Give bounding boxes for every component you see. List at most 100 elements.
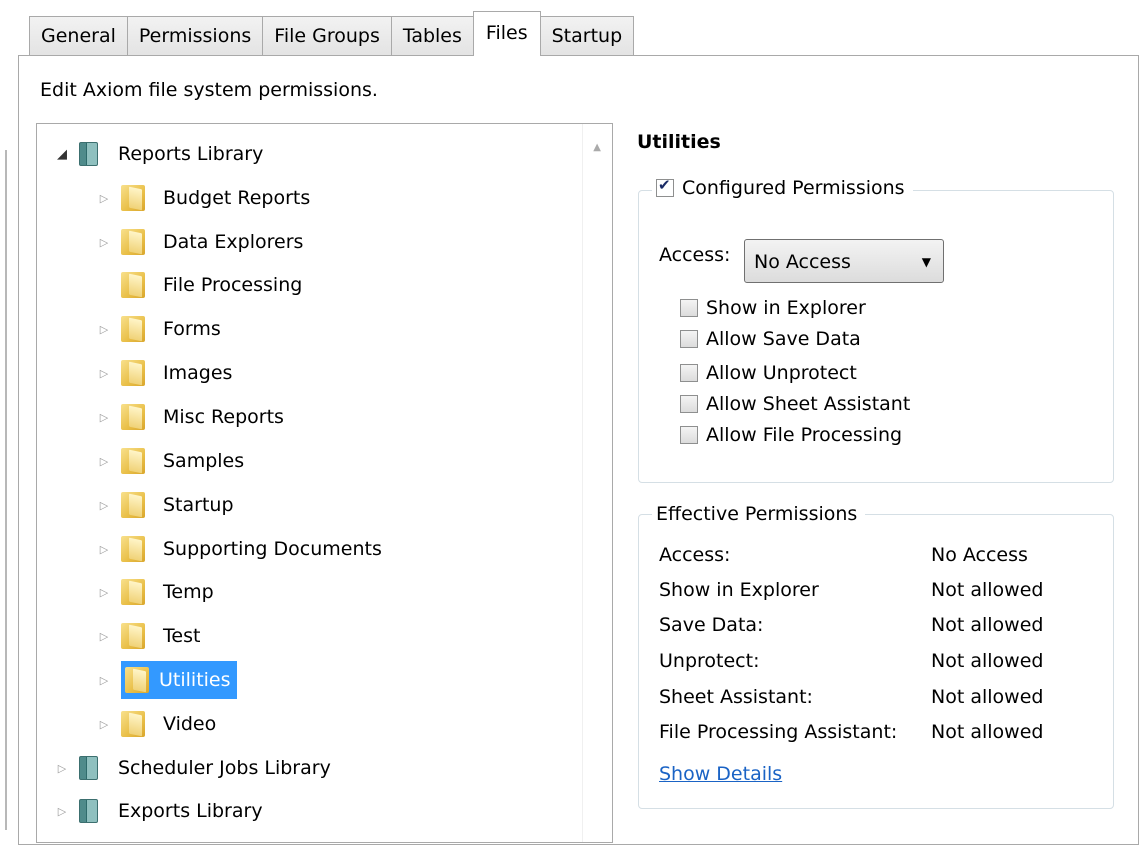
effective-value: Not allowed — [931, 686, 1044, 708]
configured-permissions-toggle[interactable]: Configured Permissions — [652, 176, 913, 199]
option-label: Allow Save Data — [706, 328, 861, 350]
window-edge — [5, 150, 7, 830]
effective-value: Not allowed — [931, 579, 1044, 601]
option-label: Allow Unprotect — [706, 362, 857, 384]
collapsed-triangle-icon[interactable]: ▷ — [53, 805, 71, 818]
folder-icon — [121, 579, 145, 605]
tree-node-folder[interactable]: ▷ Forms — [95, 311, 221, 347]
effective-permissions-label: Effective Permissions — [652, 503, 866, 525]
collapsed-triangle-icon[interactable]: ▷ — [95, 236, 113, 249]
collapsed-triangle-icon[interactable]: ▷ — [95, 499, 113, 512]
tree-node-label: Utilities — [159, 669, 231, 691]
option-show-in-explorer[interactable]: Show in Explorer — [680, 297, 866, 319]
effective-value: No Access — [931, 544, 1028, 566]
expanded-triangle-icon[interactable]: ◢ — [53, 147, 71, 162]
tree-node-folder[interactable]: ▷ Startup — [95, 487, 234, 523]
file-tree[interactable]: ▲ ◢ Reports Library ▷ Budget Reports ▷ D… — [36, 123, 613, 843]
folder-icon — [121, 229, 145, 255]
collapsed-triangle-icon[interactable]: ▷ — [95, 323, 113, 336]
tree-node-folder[interactable]: ▷ Samples — [95, 443, 244, 479]
library-icon — [79, 142, 98, 166]
effective-key: Sheet Assistant: — [659, 686, 813, 708]
tree-node-folder[interactable]: ▷ Video — [95, 706, 216, 742]
folder-icon — [125, 667, 149, 693]
collapsed-triangle-icon[interactable]: ▷ — [53, 762, 71, 775]
collapsed-triangle-icon[interactable]: ▷ — [95, 630, 113, 643]
tree-node-label: Startup — [163, 494, 234, 516]
tree-node-folder[interactable]: ▷ Temp — [95, 574, 214, 610]
tree-node-label: Video — [163, 713, 217, 735]
effective-key: Save Data: — [659, 614, 764, 636]
checkbox[interactable] — [680, 364, 698, 382]
show-details-link[interactable]: Show Details — [659, 763, 782, 785]
tree-node-label: Reports Library — [118, 143, 264, 165]
tab-permissions[interactable]: Permissions — [126, 16, 264, 56]
option-allow-save-data[interactable]: Allow Save Data — [680, 328, 861, 350]
tab-bar: General Permissions File Groups Tables F… — [29, 11, 635, 56]
tree-node-label: Forms — [163, 318, 221, 340]
checkbox[interactable] — [680, 299, 698, 317]
access-dropdown-value: No Access — [754, 251, 851, 273]
library-icon — [79, 756, 98, 780]
collapsed-triangle-icon[interactable]: ▷ — [95, 674, 113, 687]
effective-value: Not allowed — [931, 614, 1044, 636]
tab-general[interactable]: General — [29, 16, 128, 56]
checkbox[interactable] — [680, 426, 698, 444]
folder-icon — [121, 272, 145, 298]
collapsed-triangle-icon[interactable]: ▷ — [95, 192, 113, 205]
configured-permissions-label: Configured Permissions — [682, 177, 905, 199]
folder-icon — [121, 360, 145, 386]
tree-node-label: Test — [163, 625, 201, 647]
tree-node-label: Supporting Documents — [163, 538, 382, 560]
checkbox[interactable] — [680, 395, 698, 413]
effective-key: Show in Explorer — [659, 579, 819, 601]
tree-node-folder[interactable]: ▷ Data Explorers — [95, 224, 303, 260]
collapsed-triangle-icon[interactable]: ▷ — [95, 586, 113, 599]
folder-icon — [121, 448, 145, 474]
collapsed-triangle-icon[interactable]: ▷ — [95, 367, 113, 380]
tree-node-folder-selected[interactable]: ▷ Utilities — [95, 661, 237, 699]
tree-node-label: Images — [163, 362, 233, 384]
option-label: Allow Sheet Assistant — [706, 393, 911, 415]
tab-file-groups[interactable]: File Groups — [262, 16, 392, 56]
tree-node-folder[interactable]: ▷ Test — [95, 618, 200, 654]
tree-node-exports-library[interactable]: ▷ Exports Library — [53, 793, 263, 829]
tree-node-folder[interactable]: ▷ Images — [95, 355, 232, 391]
option-allow-file-processing[interactable]: Allow File Processing — [680, 424, 902, 446]
tree-node-folder[interactable]: ▷ Supporting Documents — [95, 531, 382, 567]
folder-icon — [121, 404, 145, 430]
option-allow-sheet-assistant[interactable]: Allow Sheet Assistant — [680, 393, 910, 415]
collapsed-triangle-icon[interactable]: ▷ — [95, 543, 113, 556]
tree-node-reports-library[interactable]: ◢ Reports Library — [53, 136, 263, 172]
tab-files[interactable]: Files — [472, 11, 541, 56]
option-label: Allow File Processing — [706, 424, 903, 446]
folder-icon — [121, 711, 145, 737]
configured-permissions-checkbox[interactable] — [656, 176, 674, 197]
collapsed-triangle-icon[interactable]: ▷ — [95, 455, 113, 468]
tab-startup[interactable]: Startup — [539, 16, 635, 56]
dropdown-arrow-icon: ▼ — [921, 255, 931, 269]
checkbox[interactable] — [680, 330, 698, 348]
tree-node-label: Budget Reports — [163, 187, 311, 209]
tree-node-scheduler-jobs-library[interactable]: ▷ Scheduler Jobs Library — [53, 750, 331, 786]
collapsed-triangle-icon[interactable]: ▷ — [95, 411, 113, 424]
library-icon — [79, 799, 98, 823]
option-label: Show in Explorer — [706, 297, 866, 319]
access-dropdown[interactable]: No Access ▼ — [744, 239, 944, 283]
tree-node-folder[interactable]: ▷ Budget Reports — [95, 180, 310, 216]
tree-node-label: Scheduler Jobs Library — [118, 757, 331, 779]
collapsed-triangle-icon[interactable]: ▷ — [95, 718, 113, 731]
selection-highlight: Utilities — [121, 661, 237, 699]
tree-node-folder[interactable]: File Processing — [95, 267, 302, 303]
tree-node-label: File Processing — [163, 274, 303, 296]
tree-scrollbar[interactable]: ▲ — [582, 124, 612, 842]
access-label: Access: — [659, 244, 731, 266]
tree-node-label: Temp — [163, 581, 214, 603]
tab-tables[interactable]: Tables — [390, 16, 474, 56]
tree-node-folder[interactable]: ▷ Misc Reports — [95, 399, 284, 435]
tree-node-label: Exports Library — [118, 800, 263, 822]
scroll-up-icon[interactable]: ▲ — [593, 142, 601, 153]
option-allow-unprotect[interactable]: Allow Unprotect — [680, 362, 857, 384]
tree-node-label: Data Explorers — [163, 231, 304, 253]
folder-icon — [121, 316, 145, 342]
